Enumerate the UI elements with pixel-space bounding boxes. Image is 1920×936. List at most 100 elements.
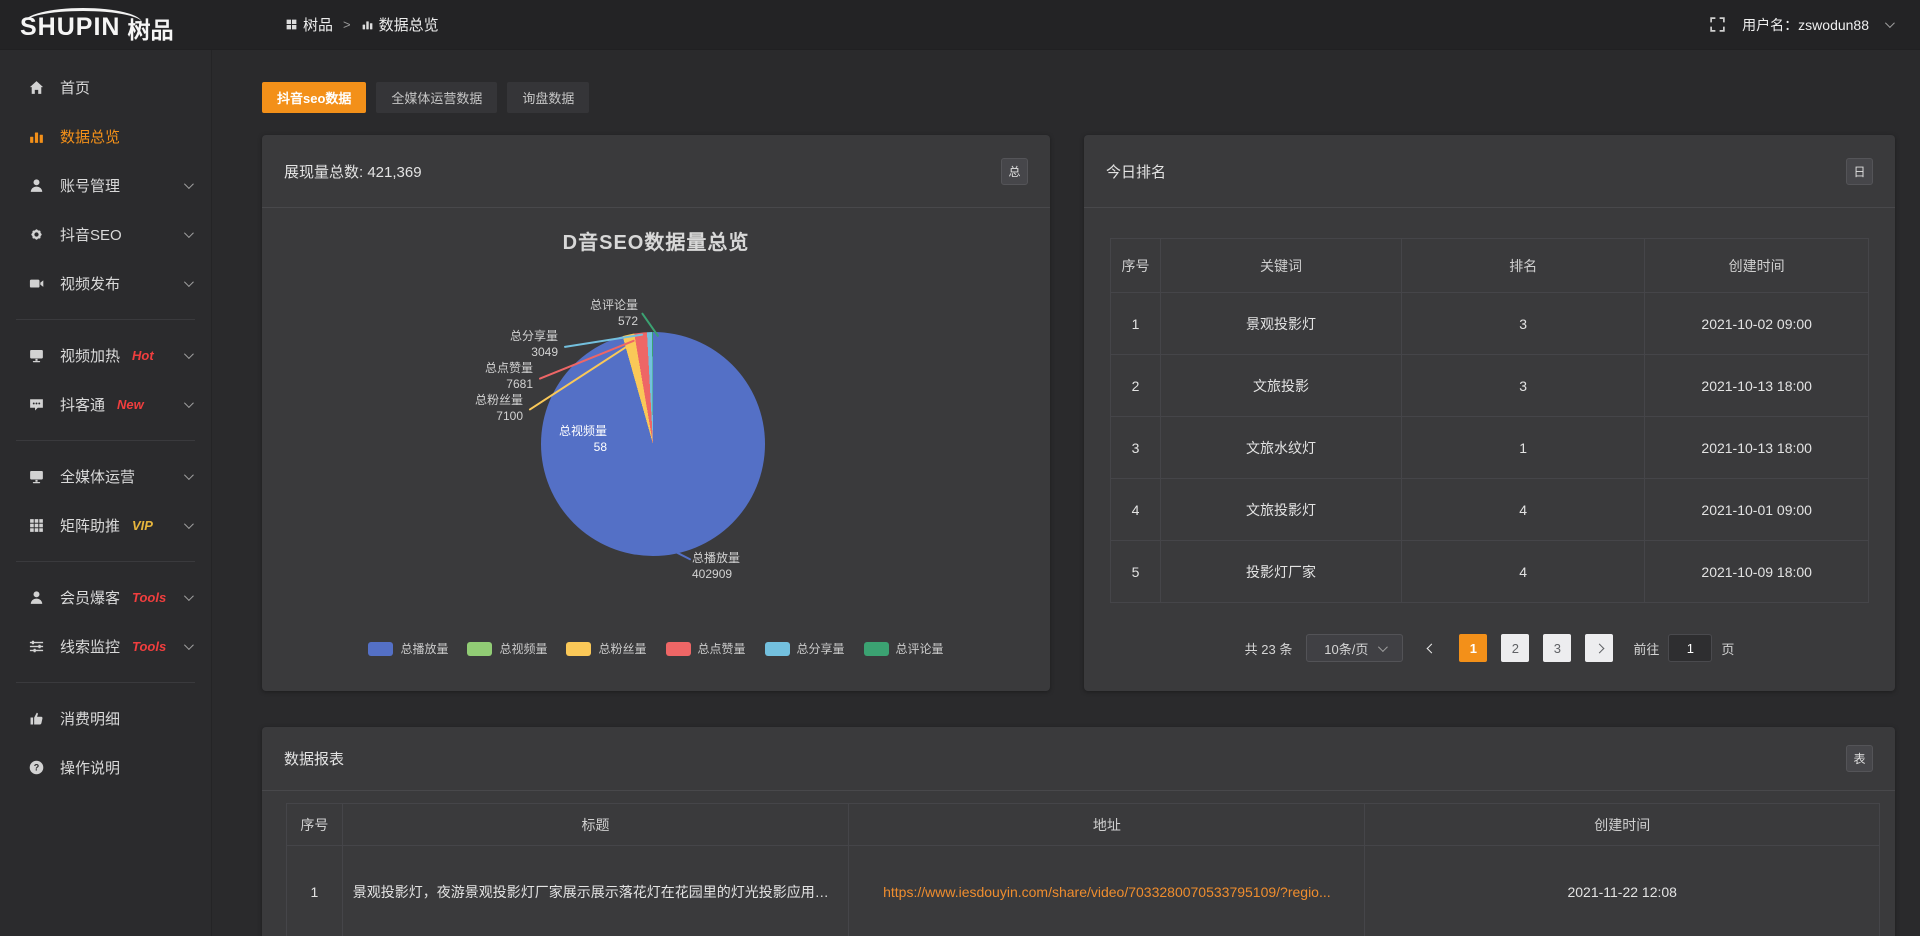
chevron-down-icon [184,398,194,408]
pie-label-总粉丝量: 总粉丝量7100 [475,392,523,424]
breadcrumb-item[interactable]: 树品 [285,14,333,35]
legend-item-总分享量[interactable]: 总分享量 [765,640,845,657]
column-header: 排名 [1402,239,1645,293]
report-panel-header: 数据报表 表 [262,727,1895,791]
sidebar-item-media-operation[interactable]: 全媒体运营 [0,452,211,501]
legend-label: 总视频量 [499,640,547,657]
sidebar-item-label: 数据总览 [60,126,120,147]
overview-panel-header: 展现量总数: 421,369 总 [262,135,1050,208]
table-row[interactable]: 2文旅投影32021-10-13 18:00 [1111,355,1869,417]
legend-item-总评论量[interactable]: 总评论量 [864,640,944,657]
pagination: 共 23 条10条/页123前往页 [1084,634,1895,662]
sliders-icon [28,638,45,655]
sidebar-item-help-guide[interactable]: ?操作说明 [0,743,211,792]
goto-page-input[interactable] [1668,634,1712,662]
breadcrumb: 树品 > 数据总览 [285,14,439,35]
username[interactable]: 用户名：zswodun88 [1742,15,1869,35]
chevron-down-icon [184,228,194,238]
column-header: 序号 [287,804,343,846]
table-cell: 4 [1402,541,1645,603]
overview-corner-button[interactable]: 总 [1001,158,1028,185]
ranking-corner-button[interactable]: 日 [1846,158,1873,185]
breadcrumb-item[interactable]: 数据总览 [361,14,439,35]
sidebar-item-consume-detail[interactable]: 消费明细 [0,694,211,743]
legend-label: 总点赞量 [698,640,746,657]
prev-page-button[interactable] [1417,634,1445,662]
logo[interactable]: SHUPIN 树品 [0,5,212,45]
pie-label-value: 572 [590,313,638,329]
pie-label-name: 总粉丝量 [475,392,523,408]
page-size-select[interactable]: 10条/页 [1306,634,1403,662]
topbar: SHUPIN 树品 树品 > 数据总览 用户名：zswodun88 [0,0,1920,50]
column-header: 地址 [849,804,1365,846]
sidebar-item-clue-monitor[interactable]: 线索监控Tools [0,622,211,671]
fullscreen-icon[interactable] [1709,16,1726,33]
pie-label-总视频量: 总视频量58 [559,423,607,455]
sidebar-item-member-baoke[interactable]: 会员爆客 Tools [0,573,211,622]
legend-item-总点赞量[interactable]: 总点赞量 [666,640,746,657]
chevron-down-icon [184,470,194,480]
sidebar-item-video-publish[interactable]: 视频发布 [0,259,211,308]
table-cell: 2021-10-09 18:00 [1645,541,1869,603]
video-link[interactable]: https://www.iesdouyin.com/share/video/70… [883,884,1331,900]
pie-label-value: 58 [559,439,607,455]
goto-suffix: 页 [1721,639,1734,658]
sidebar-badge-tools: Tools [132,590,166,605]
table-row[interactable]: 3文旅水纹灯12021-10-13 18:00 [1111,417,1869,479]
sidebar-item-label: 会员爆客 [60,587,120,608]
legend-item-总粉丝量[interactable]: 总粉丝量 [566,640,646,657]
legend-label: 总播放量 [400,640,448,657]
sidebar-item-douyin-seo[interactable]: 抖音SEO [0,210,211,259]
column-header: 标题 [342,804,849,846]
pie-label-总点赞量: 总点赞量7681 [485,360,533,392]
page-button-3[interactable]: 3 [1543,634,1571,662]
table-cell: 4 [1111,479,1161,541]
pie-label-总分享量: 总分享量3049 [510,328,558,360]
grid-icon [285,18,298,31]
table-row[interactable]: 4文旅投影灯42021-10-01 09:00 [1111,479,1869,541]
chevron-down-icon [184,519,194,529]
legend-swatch [864,642,889,656]
sidebar-item-account-manage[interactable]: 账号管理 [0,161,211,210]
next-page-button[interactable] [1585,634,1613,662]
sidebar-item-label: 操作说明 [60,757,120,778]
table-row[interactable]: 5投影灯厂家42021-10-09 18:00 [1111,541,1869,603]
sidebar-divider [16,561,195,562]
pie-label-总播放量: 总播放量402909 [692,550,740,582]
topbar-right: 用户名：zswodun88 [1709,15,1920,35]
breadcrumb-separator: > [343,17,351,32]
user-icon [28,589,45,606]
table-cell: 文旅投影 [1161,355,1402,417]
legend-item-总播放量[interactable]: 总播放量 [368,640,448,657]
table-cell: 5 [1111,541,1161,603]
sidebar-item-data-overview[interactable]: 数据总览 [0,112,211,161]
page-button-1[interactable]: 1 [1459,634,1487,662]
table-cell: 文旅水纹灯 [1161,417,1402,479]
report-corner-button[interactable]: 表 [1846,745,1873,772]
table-cell: 景观投影灯 [1161,293,1402,355]
sidebar-item-home[interactable]: 首页 [0,63,211,112]
layout: 首页数据总览账号管理抖音SEO视频发布视频加热Hot抖客通New 全媒体运营矩阵助… [0,50,1920,936]
table-cell: 3 [1111,417,1161,479]
sidebar-item-video-heat[interactable]: 视频加热Hot [0,331,211,380]
sidebar-item-label: 全媒体运营 [60,466,135,487]
legend-item-总视频量[interactable]: 总视频量 [467,640,547,657]
table-cell-time: 2021-11-22 12:08 [1365,846,1880,936]
sidebar-item-douketong[interactable]: 抖客通New [0,380,211,429]
gear-icon [28,226,45,243]
sidebar-item-matrix-boost[interactable]: 矩阵助推VIP [0,501,211,550]
table-row[interactable]: 1景观投影灯，夜游景观投影灯厂家展示展示落花灯在花园里的灯光投影应用效果 #ht… [287,846,1880,936]
home-icon [28,79,45,96]
page-button-2[interactable]: 2 [1501,634,1529,662]
legend-label: 总粉丝量 [598,640,646,657]
tab-media-operation-data[interactable]: 全媒体运营数据 [376,82,497,113]
tab-douyin-seo-data[interactable]: 抖音seo数据 [262,82,366,113]
tab-bar: 抖音seo数据全媒体运营数据询盘数据 [262,82,1895,113]
pie-label-name: 总点赞量 [485,360,533,376]
top-panels-row: 展现量总数: 421,369 总 D音SEO数据量总览 总播放量总视频量总粉丝量… [262,135,1895,691]
table-row[interactable]: 1景观投影灯32021-10-02 09:00 [1111,293,1869,355]
legend-swatch [765,642,790,656]
tab-inquiry-data[interactable]: 询盘数据 [507,82,589,113]
pie-chart-area: D音SEO数据量总览 总播放量总视频量总粉丝量总点赞量总分享量总评论量 总播放量… [262,208,1050,690]
chevron-down-icon [184,640,194,650]
